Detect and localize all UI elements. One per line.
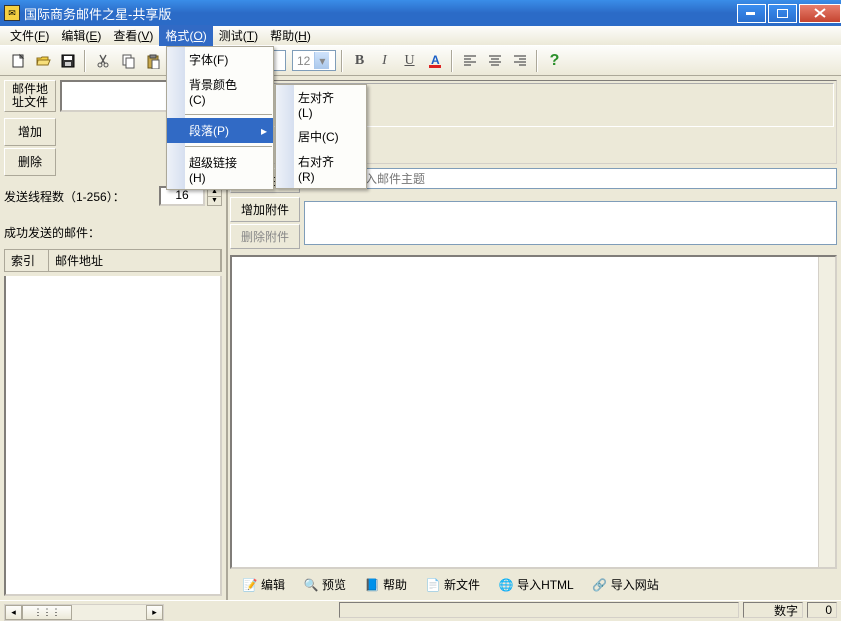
spin-down-icon[interactable]: ▼ [208, 197, 221, 206]
delete-button[interactable]: 删除 [4, 148, 56, 176]
format-dropdown: 字体(F) 背景颜色(C) 段落(P)▸ 超级链接(H) [166, 46, 274, 190]
menu-help[interactable]: 帮助(H) [264, 25, 317, 46]
address-file-button[interactable]: 邮件地址文件 [4, 80, 56, 112]
help-icon: 📘 [364, 577, 380, 593]
scroll-thumb[interactable]: ⋮⋮⋮ [22, 605, 72, 620]
editor-tabs: 📝编辑 🔍预览 📘帮助 📄新文件 🌐导入HTML 🔗导入网站 [230, 571, 837, 598]
scroll-track[interactable] [72, 605, 146, 620]
newfile-icon: 📄 [425, 577, 441, 593]
menu-edit[interactable]: 编辑(E) [55, 25, 107, 46]
tab-import-site[interactable]: 🔗导入网站 [586, 574, 665, 595]
toolbar-separator [84, 50, 86, 72]
tab-preview[interactable]: 🔍预览 [297, 574, 352, 595]
menu-align-center[interactable]: 居中(C) [276, 124, 366, 149]
help-button[interactable]: ? [543, 49, 566, 72]
window-controls [735, 4, 841, 23]
svg-text:A: A [431, 53, 440, 67]
menu-format[interactable]: 格式(O) [159, 25, 212, 46]
col-address[interactable]: 邮件地址 [49, 250, 221, 271]
minimize-button[interactable] [737, 4, 766, 23]
save-button[interactable] [56, 49, 79, 72]
add-attachment-button[interactable]: 增加附件 [230, 197, 300, 222]
font-size-combo[interactable]: 12▾ [292, 50, 336, 71]
scroll-left-icon[interactable]: ◂ [5, 605, 22, 620]
menu-bgcolor[interactable]: 背景颜色(C) [167, 72, 273, 111]
vertical-scrollbar[interactable] [818, 257, 835, 567]
col-index[interactable]: 索引 [5, 250, 49, 271]
editor-area[interactable] [230, 255, 837, 569]
toolbar-separator [451, 50, 453, 72]
tab-newfile[interactable]: 📄新文件 [419, 574, 486, 595]
paste-button[interactable] [141, 49, 164, 72]
align-left-button[interactable] [458, 49, 481, 72]
thread-count-label: 发送线程数（1-256）： [4, 188, 125, 205]
font-color-button[interactable]: A [423, 49, 446, 72]
maximize-button[interactable] [768, 4, 797, 23]
tab-edit[interactable]: 📝编辑 [236, 574, 291, 595]
import-site-icon: 🔗 [592, 577, 608, 593]
new-button[interactable] [6, 49, 29, 72]
open-button[interactable] [31, 49, 54, 72]
remove-attachment-button[interactable]: 删除附件 [230, 224, 300, 249]
menu-align-left[interactable]: 左对齐(L) [276, 85, 366, 124]
preview-icon: 🔍 [303, 577, 319, 593]
menu-align-right[interactable]: 右对齐(R) [276, 149, 366, 188]
import-html-icon: 🌐 [498, 577, 514, 593]
menu-font[interactable]: 字体(F) [167, 47, 273, 72]
menu-test[interactable]: 测试(T) [213, 25, 264, 46]
title-bar: ✉ 国际商务邮件之星-共享版 [0, 0, 841, 26]
cut-button[interactable] [91, 49, 114, 72]
bold-button[interactable]: B [348, 49, 371, 72]
copy-button[interactable] [116, 49, 139, 72]
menu-bar: 文件(F) 编辑(E) 查看(V) 格式(O) 测试(T) 帮助(H) [0, 26, 841, 46]
tab-help[interactable]: 📘帮助 [358, 574, 413, 595]
italic-button[interactable]: I [373, 49, 396, 72]
attachment-row: 增加附件 删除附件 [230, 197, 837, 249]
main-area: 邮件地址文件 增加 删除 发送线程数（1-256）： 16 ▲▼ 成功发送的邮件… [0, 76, 841, 600]
close-button[interactable] [799, 4, 841, 23]
success-label: 成功发送的邮件： [4, 224, 222, 241]
edit-icon: 📝 [242, 577, 258, 593]
add-button[interactable]: 增加 [4, 118, 56, 146]
scroll-right-icon[interactable]: ▸ [146, 605, 163, 620]
menu-file[interactable]: 文件(F) [4, 25, 55, 46]
attachment-list[interactable] [304, 201, 837, 245]
sent-list[interactable] [4, 276, 222, 596]
status-numlock: 数字 [743, 602, 803, 618]
submenu-arrow-icon: ▸ [261, 124, 267, 138]
menu-view[interactable]: 查看(V) [107, 25, 159, 46]
menu-paragraph[interactable]: 段落(P)▸ [167, 118, 273, 143]
toolbar-separator [536, 50, 538, 72]
menu-hyperlink[interactable]: 超级链接(H) [167, 150, 273, 189]
horizontal-scrollbar[interactable]: ◂ ⋮⋮⋮ ▸ [4, 604, 164, 621]
paragraph-submenu: 左对齐(L) 居中(C) 右对齐(R) [275, 84, 367, 189]
toolbar-separator [341, 50, 343, 72]
toolbar: ystem▾ 12▾ B I U A ? [0, 46, 841, 76]
sent-list-header: 索引 邮件地址 [4, 249, 222, 272]
subject-input[interactable] [300, 168, 837, 189]
app-icon: ✉ [4, 5, 20, 21]
window-title: 国际商务邮件之星-共享版 [24, 4, 735, 23]
align-center-button[interactable] [483, 49, 506, 72]
tab-import-html[interactable]: 🌐导入HTML [492, 574, 580, 595]
align-right-button[interactable] [508, 49, 531, 72]
underline-button[interactable]: U [398, 49, 421, 72]
status-spacer [339, 602, 739, 618]
status-count: 0 [807, 602, 837, 618]
